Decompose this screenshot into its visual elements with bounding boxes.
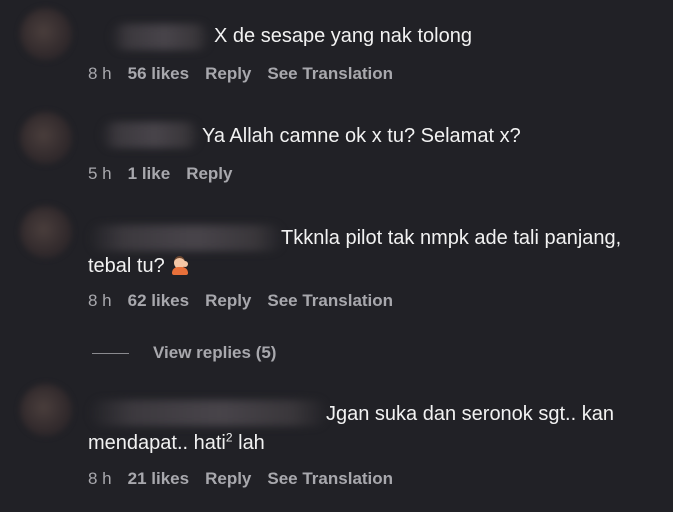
- comment-time: 8 h: [88, 469, 112, 488]
- reply-button[interactable]: Reply: [186, 164, 232, 184]
- comment-text: Ya Allah camne ok x tu? Selamat x?: [202, 125, 521, 147]
- person-tipping-hand-icon: [171, 255, 189, 275]
- commenter-name-blurred[interactable]: [88, 225, 284, 251]
- comment-text-line-1: Jgan suka dan seronok sgt.. kan: [326, 403, 614, 425]
- likes-count[interactable]: 62 likes: [128, 291, 189, 311]
- commenter-name-blurred[interactable]: [88, 400, 328, 426]
- comment-text-superscript: 2: [225, 430, 233, 445]
- comment-meta: 8 h 56 likes Reply See Translation: [88, 64, 409, 84]
- see-translation-button[interactable]: See Translation: [267, 64, 393, 84]
- see-translation-button[interactable]: See Translation: [267, 469, 393, 489]
- avatar[interactable]: [20, 112, 72, 164]
- comment-text-line-1: Tkknla pilot tak nmpk ade tali panjang,: [281, 227, 622, 249]
- comment-text-part: tebal tu?: [88, 255, 165, 277]
- avatar[interactable]: [20, 206, 72, 258]
- avatar[interactable]: [20, 8, 72, 60]
- reply-button[interactable]: Reply: [205, 64, 251, 84]
- comment-meta: 8 h 21 likes Reply See Translation: [88, 469, 409, 489]
- reply-button[interactable]: Reply: [205, 291, 251, 311]
- comment-time: 5 h: [88, 164, 112, 183]
- comment-text-part: mendapat.. hati: [88, 432, 226, 454]
- comment-text-part: lah: [232, 432, 265, 454]
- see-translation-button[interactable]: See Translation: [267, 291, 393, 311]
- likes-count[interactable]: 56 likes: [128, 64, 189, 84]
- comment-time: 8 h: [88, 64, 112, 83]
- view-replies-button[interactable]: View replies (5): [153, 343, 276, 363]
- comment-text-line-2: tebal tu?: [88, 253, 189, 280]
- commenter-name-blurred[interactable]: [110, 24, 210, 50]
- comment-meta: 8 h 62 likes Reply See Translation: [88, 291, 409, 311]
- reply-button[interactable]: Reply: [205, 469, 251, 489]
- comment-text: X de sesape yang nak tolong: [214, 25, 472, 47]
- comment-text-line-2: mendapat.. hati2 lah: [88, 430, 265, 457]
- avatar[interactable]: [20, 384, 72, 436]
- likes-count[interactable]: 21 likes: [128, 469, 189, 489]
- likes-count[interactable]: 1 like: [128, 164, 171, 184]
- comment-meta: 5 h 1 like Reply: [88, 164, 248, 184]
- commenter-name-blurred[interactable]: [100, 122, 200, 148]
- replies-divider-line: [92, 353, 129, 354]
- comment-time: 8 h: [88, 291, 112, 310]
